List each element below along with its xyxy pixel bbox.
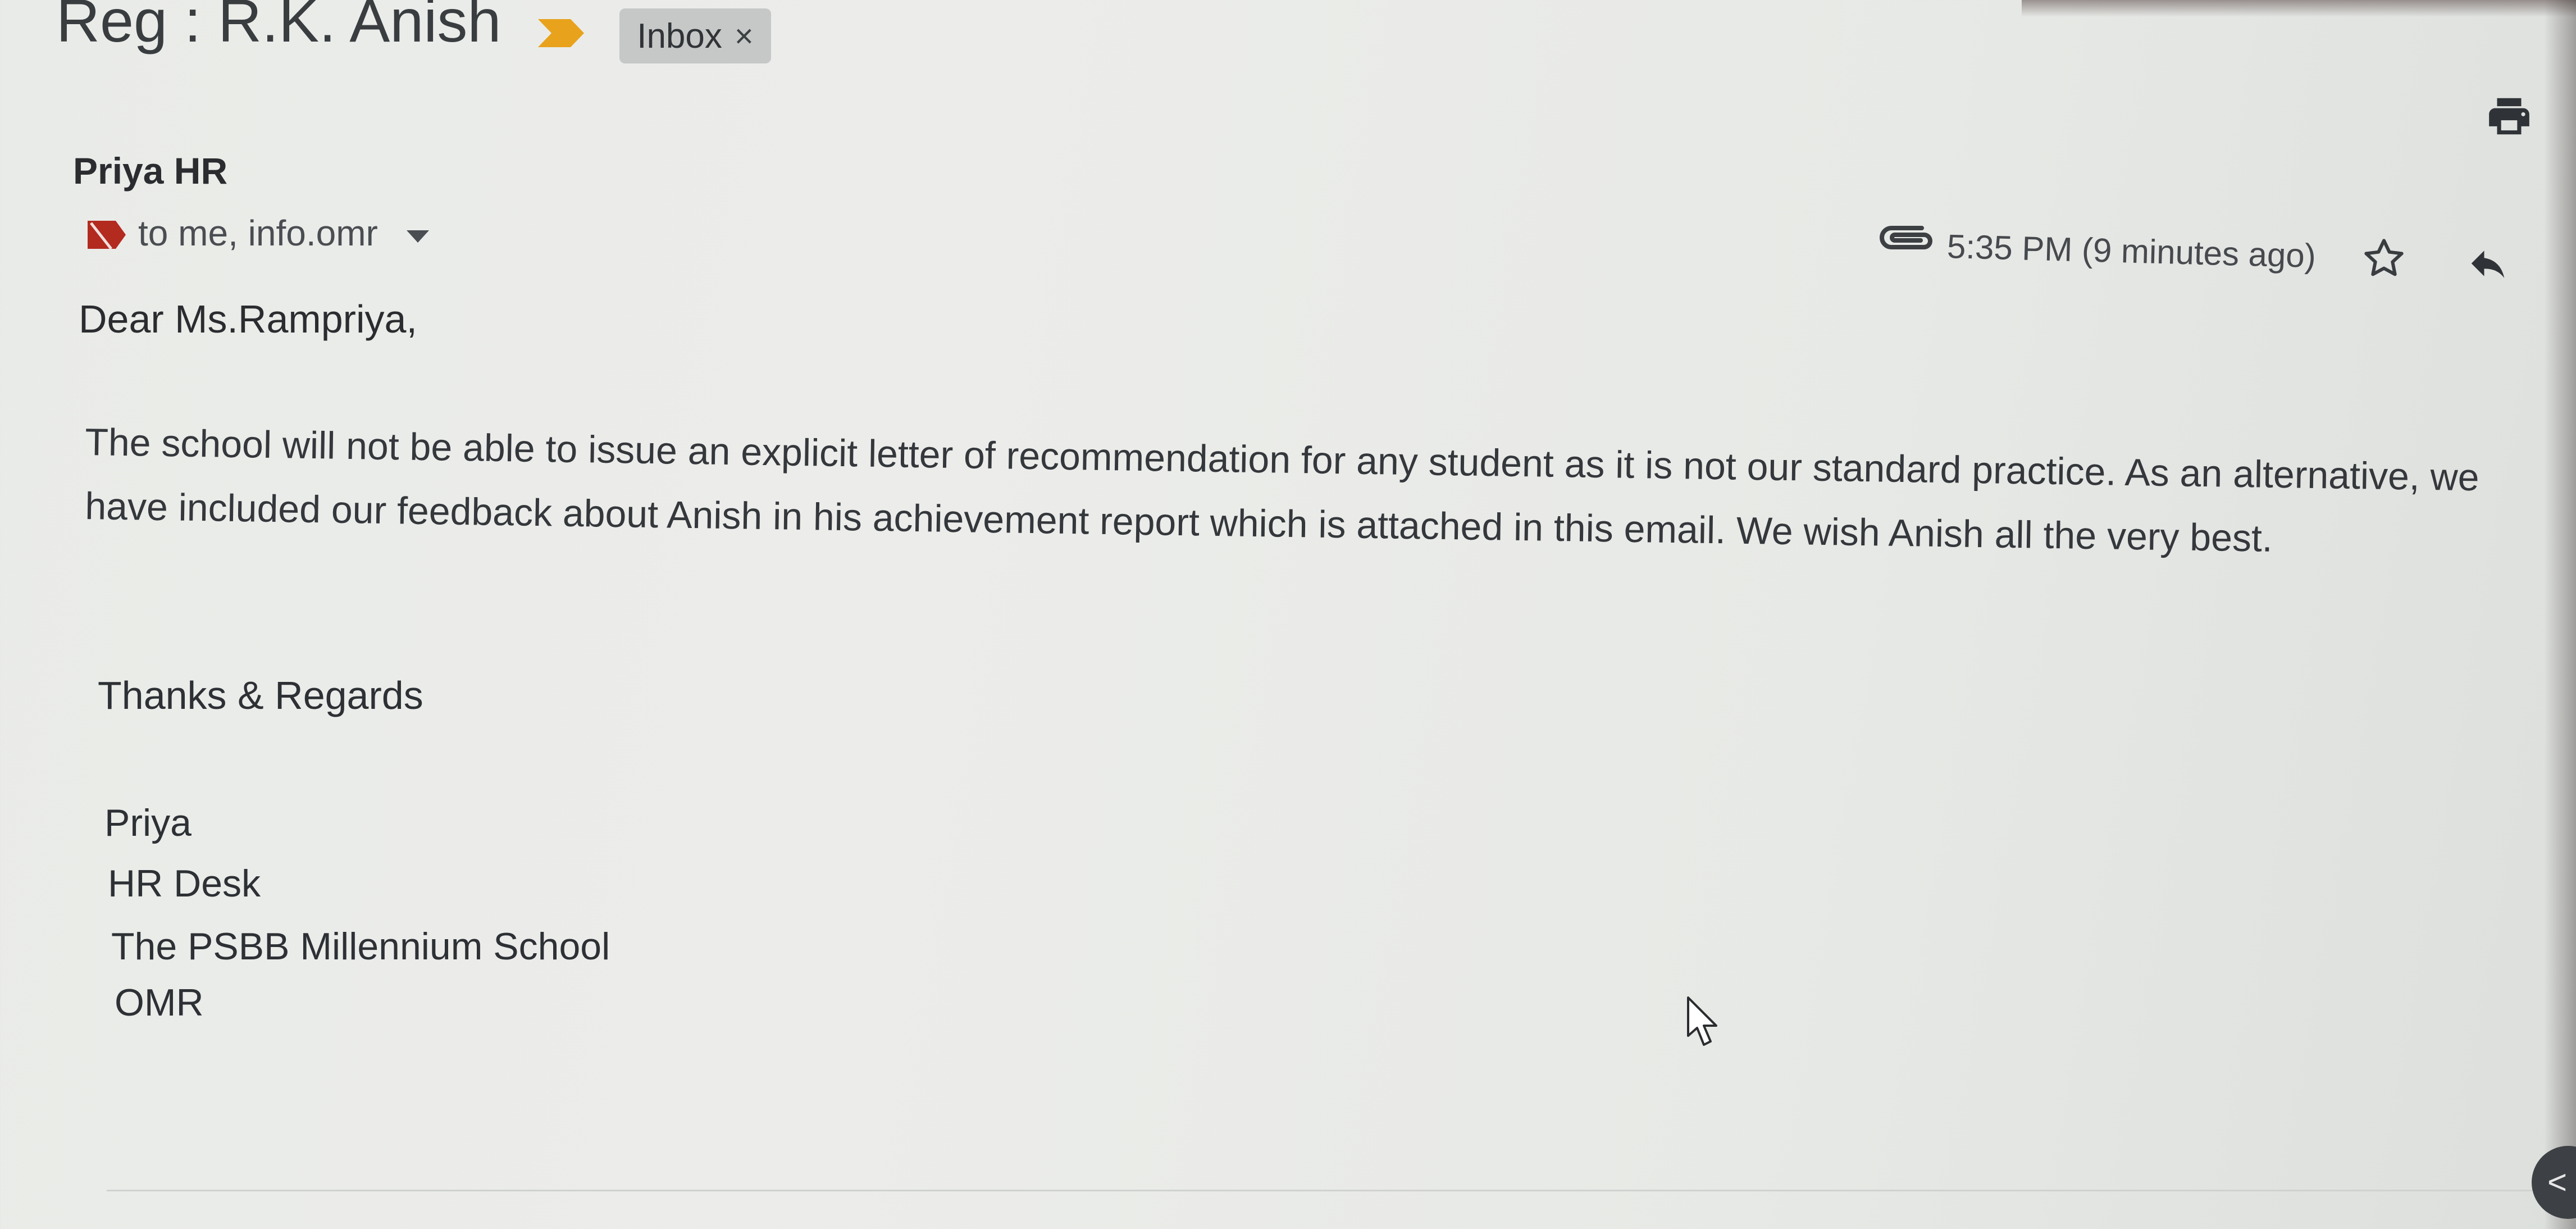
signature-name: Priya: [104, 802, 192, 844]
label-tag-icon: [88, 221, 126, 250]
screen-shadow-right: [2544, 0, 2576, 1229]
signature-department: HR Desk: [108, 862, 261, 905]
inbox-label-text: Inbox: [637, 16, 722, 56]
signature-location: OMR: [115, 981, 204, 1024]
chevron-down-icon[interactable]: [405, 229, 430, 244]
email-body-line-2: have included our feedback about Anish i…: [84, 484, 2273, 560]
collapse-side-panel-button[interactable]: <: [2532, 1146, 2576, 1219]
reply-icon[interactable]: [2463, 242, 2513, 285]
recipients-line: to me, info.omr: [138, 213, 378, 253]
star-icon[interactable]: [2361, 236, 2406, 281]
email-body-line-1: The school will not be able to issue an …: [84, 420, 2480, 499]
email-timestamp: 5:35 PM (9 minutes ago): [1946, 227, 2317, 275]
mouse-cursor-icon: [1687, 996, 1717, 1046]
sender-name[interactable]: Priya HR: [73, 149, 227, 192]
email-greeting: Dear Ms.Rampriya,: [79, 297, 417, 341]
email-signoff: Thanks & Regards: [98, 673, 423, 717]
importance-marker-icon[interactable]: [538, 16, 590, 51]
paperclip-icon: [1880, 226, 1932, 249]
remove-label-button[interactable]: ×: [735, 17, 754, 55]
signature-organization: The PSBB Millennium School: [111, 925, 610, 968]
print-icon[interactable]: [2485, 92, 2533, 140]
inbox-label-chip: Inbox ×: [619, 8, 771, 63]
message-divider: [107, 1190, 2538, 1191]
email-subject: Reg : R.K. Anish: [56, 0, 501, 54]
screen-shadow-top: [2022, 0, 2576, 17]
